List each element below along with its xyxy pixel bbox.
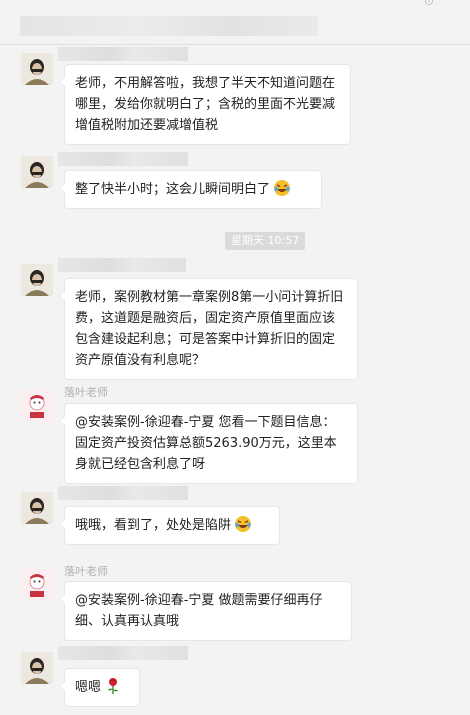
message-bubble[interactable]: 哦哦，看到了，处处是陷阱 (59, 506, 280, 545)
message-bubble[interactable]: 老师，案例教材第一章案例8第一小问计算折旧费，这道题是融资后，固定资产原值里面应… (59, 278, 358, 380)
message-bubble[interactable]: @安装案例-徐迎春-宁夏 做题需要仔细再仔细、认真再认真哦 (59, 581, 352, 641)
message-text: 哦哦，看到了，处处是陷阱 (75, 518, 232, 533)
student-avatar[interactable] (21, 53, 53, 85)
sender-name-blurred (58, 646, 188, 660)
sender-name-blurred (58, 486, 188, 500)
student-avatar[interactable] (21, 264, 53, 296)
header-divider (0, 44, 470, 45)
message-bubble[interactable]: 老师，不用解答啦，我想了半天不知道问题在哪里，发给你就明白了；含税的里面不光要减… (59, 64, 351, 145)
grinning-tears-emoji (235, 516, 252, 532)
sender-name-blurred (58, 258, 186, 272)
more-icon[interactable]: ⊙ (424, 0, 434, 8)
student-avatar[interactable] (21, 652, 53, 684)
sender-name: 落叶老师 (64, 386, 108, 399)
sender-name-blurred (58, 152, 188, 166)
student-avatar[interactable] (21, 156, 53, 188)
message-text: 整了快半小时；这会儿瞬间明白了 (75, 182, 271, 197)
student-avatar[interactable] (21, 492, 53, 524)
message-bubble[interactable]: 嗯嗯 (59, 668, 140, 707)
chat-title-blurred (20, 16, 318, 36)
message-bubble[interactable]: 整了快半小时；这会儿瞬间明白了 (59, 170, 322, 209)
sender-name-blurred (58, 47, 188, 61)
message-bubble[interactable]: @安装案例-徐迎春-宁夏 您看一下题目信息：固定资产投资估算总额5263.90万… (59, 403, 358, 484)
sender-name: 落叶老师 (64, 565, 108, 578)
teacher-avatar[interactable] (21, 390, 53, 422)
message-text: 嗯嗯 (75, 680, 102, 695)
timestamp-divider: 星期天 10:57 (225, 232, 306, 250)
grinning-tears-emoji (274, 180, 291, 196)
rose-emoji (108, 678, 119, 694)
teacher-avatar[interactable] (21, 569, 53, 601)
